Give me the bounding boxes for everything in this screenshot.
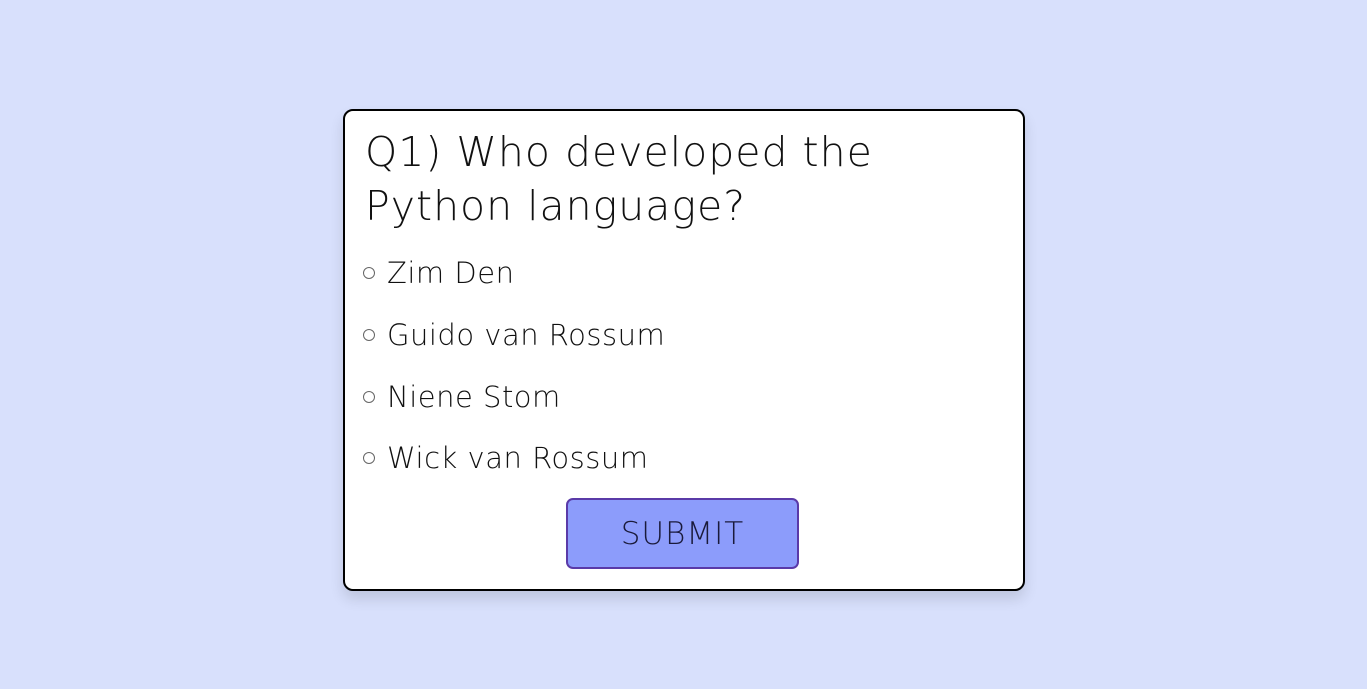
option-wick-van-rossum[interactable]: Wick van Rossum	[363, 441, 649, 475]
option-label: Niene Stom	[387, 380, 561, 414]
radio-button[interactable]	[363, 452, 375, 464]
radio-button[interactable]	[363, 267, 375, 279]
radio-button[interactable]	[363, 391, 375, 403]
question-title: Q1) Who developed the Python language?	[365, 128, 873, 230]
submit-button[interactable]: SUBMIT	[566, 498, 799, 569]
option-niene-stom[interactable]: Niene Stom	[363, 380, 561, 414]
option-label: Zim Den	[387, 256, 515, 290]
option-zim-den[interactable]: Zim Den	[363, 256, 514, 290]
quiz-card: Q1) Who developed the Python language? Z…	[343, 109, 1025, 591]
option-label: Wick van Rossum	[387, 441, 649, 475]
option-label: Guido van Rossum	[387, 318, 666, 352]
radio-button[interactable]	[363, 329, 375, 341]
option-guido-van-rossum[interactable]: Guido van Rossum	[363, 318, 665, 352]
